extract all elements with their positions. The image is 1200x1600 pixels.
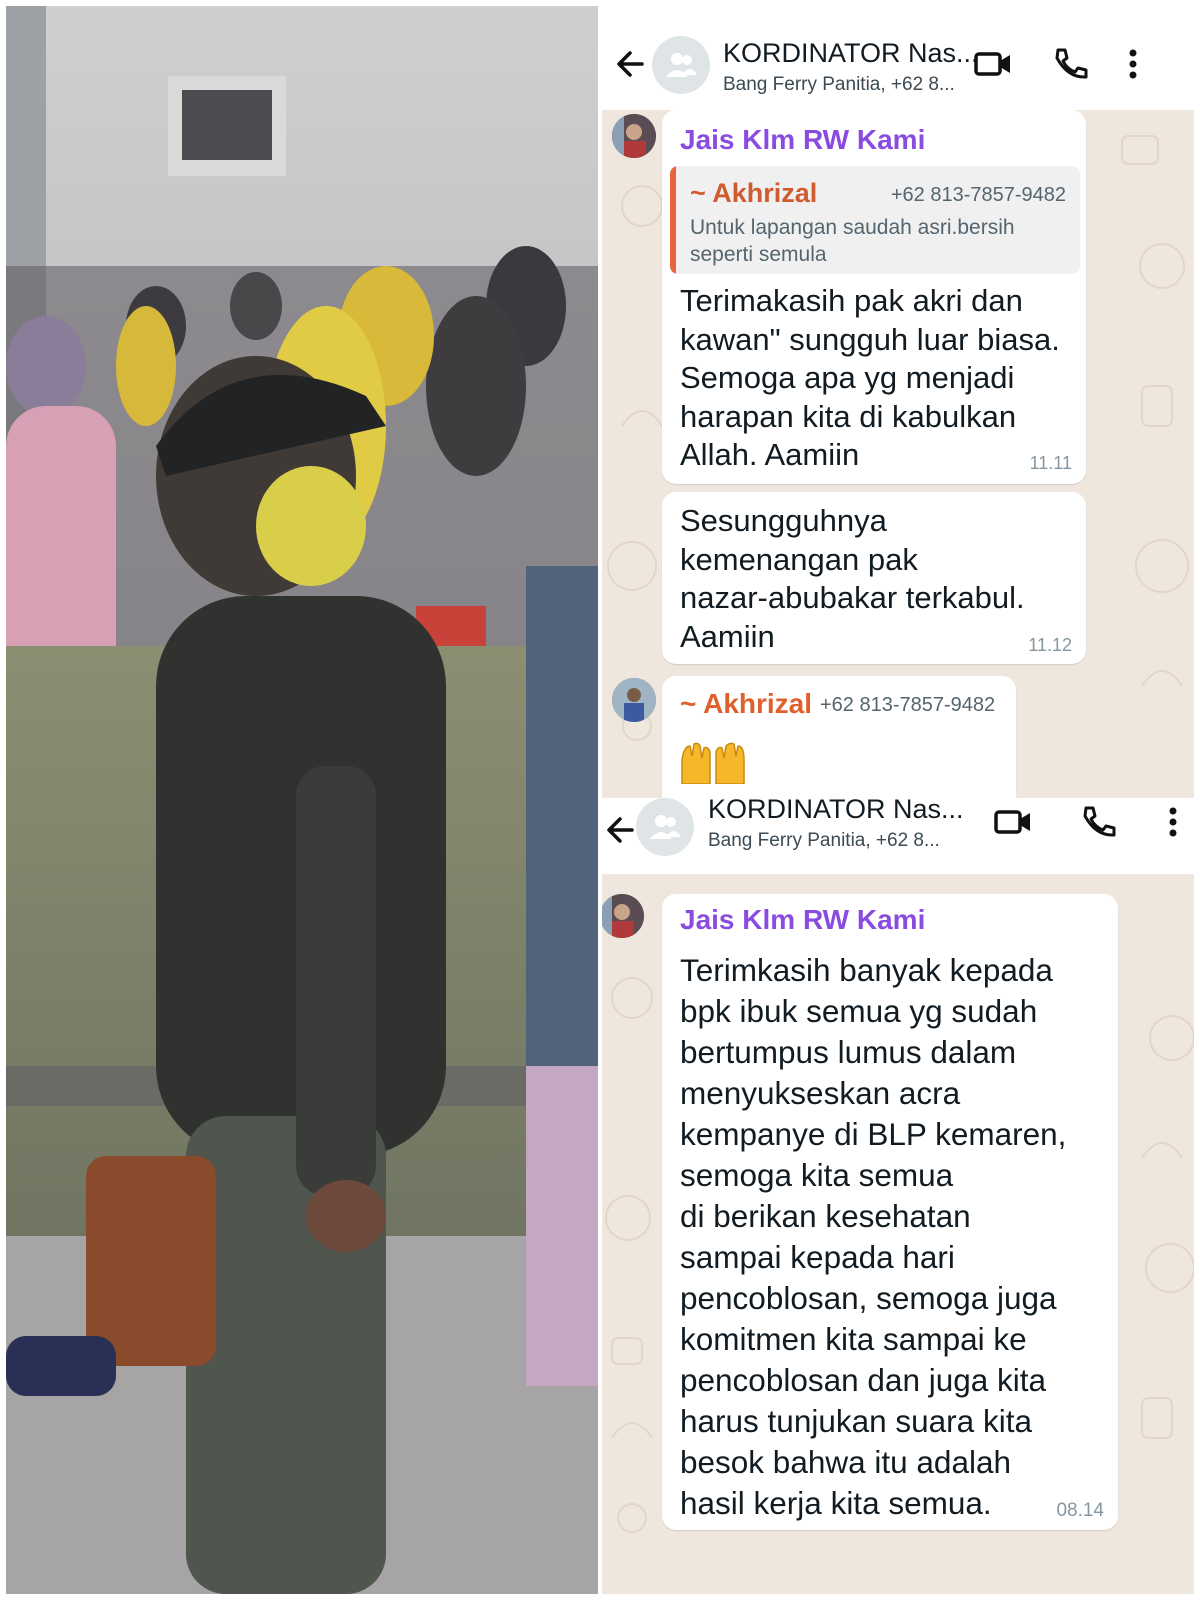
avatar-photo xyxy=(612,114,656,158)
voice-call-icon[interactable] xyxy=(1048,44,1092,84)
video-call-icon[interactable] xyxy=(972,44,1016,84)
chat-header: KORDINATOR Nas... Bang Ferry Panitia, +6… xyxy=(602,798,1194,874)
message-time: 11.11 xyxy=(1029,453,1072,473)
message-bubble[interactable]: Jais Klm RW Kami ~ Akhrizal +62 813-7857… xyxy=(662,110,1086,484)
chat-screenshot-1: KORDINATOR Nas... Bang Ferry Panitia, +6… xyxy=(602,6,1194,798)
more-options-icon[interactable] xyxy=(1118,44,1148,84)
message-text: Sesungguhnya kemenangan pak nazar-abubak… xyxy=(680,503,1025,654)
message-time: 11.12 xyxy=(1028,635,1072,655)
sender-avatar[interactable] xyxy=(612,114,656,158)
chat-title[interactable]: KORDINATOR Nas... xyxy=(708,798,968,825)
chat-subtitle[interactable]: Bang Ferry Panitia, +62 8... xyxy=(708,830,958,852)
chat-title[interactable]: KORDINATOR Nas... xyxy=(723,38,983,69)
back-arrow-icon[interactable] xyxy=(612,44,652,84)
sender-avatar[interactable] xyxy=(612,678,656,722)
message-text: Terimkasih banyak kepada bpk ibuk semua … xyxy=(680,952,1067,1521)
message-bubble[interactable]: Sesungguhnya kemenangan pak nazar-abubak… xyxy=(662,492,1086,664)
message-bubble[interactable]: Jais Klm RW Kami Terimkasih banyak kepad… xyxy=(662,894,1118,1530)
raising-hands-emoji-icon xyxy=(681,742,745,784)
avatar-photo xyxy=(602,894,644,938)
quote-sender-name: ~ Akhrizal xyxy=(690,178,818,208)
sender-avatar[interactable] xyxy=(602,894,644,938)
group-avatar[interactable] xyxy=(636,798,694,856)
quote-accent-bar xyxy=(670,166,676,274)
message-text: Terimakasih pak akri dan kawan" sungguh … xyxy=(680,283,1060,472)
quoted-message[interactable]: ~ Akhrizal +62 813-7857-9482 Untuk lapan… xyxy=(670,166,1080,274)
group-avatar[interactable] xyxy=(652,36,710,94)
quote-sender-phone: +62 813-7857-9482 xyxy=(890,184,1066,206)
sender-name[interactable]: ~ Akhrizal xyxy=(680,688,812,720)
message-time: 08.14 xyxy=(1056,1500,1104,1521)
chat-header: KORDINATOR Nas... Bang Ferry Panitia, +6… xyxy=(602,6,1194,110)
group-icon xyxy=(650,815,681,839)
avatar-photo xyxy=(612,678,656,722)
photo-image xyxy=(6,6,598,1594)
chat-screenshot-2: KORDINATOR Nas... Bang Ferry Panitia, +6… xyxy=(602,798,1194,1594)
sender-name[interactable]: Jais Klm RW Kami xyxy=(680,124,925,156)
sender-name[interactable]: Jais Klm RW Kami xyxy=(680,904,925,936)
quote-text: Untuk lapangan saudah asri.bersih sepert… xyxy=(690,216,1015,266)
video-call-icon[interactable] xyxy=(992,802,1036,842)
more-options-icon[interactable] xyxy=(1158,802,1188,842)
group-icon xyxy=(666,53,697,77)
sender-phone: +62 813-7857-9482 xyxy=(820,694,996,716)
voice-call-icon[interactable] xyxy=(1076,802,1120,842)
message-bubble[interactable]: ~ Akhrizal +62 813-7857-9482 xyxy=(662,676,1016,798)
chat-subtitle[interactable]: Bang Ferry Panitia, +62 8... xyxy=(723,74,973,96)
